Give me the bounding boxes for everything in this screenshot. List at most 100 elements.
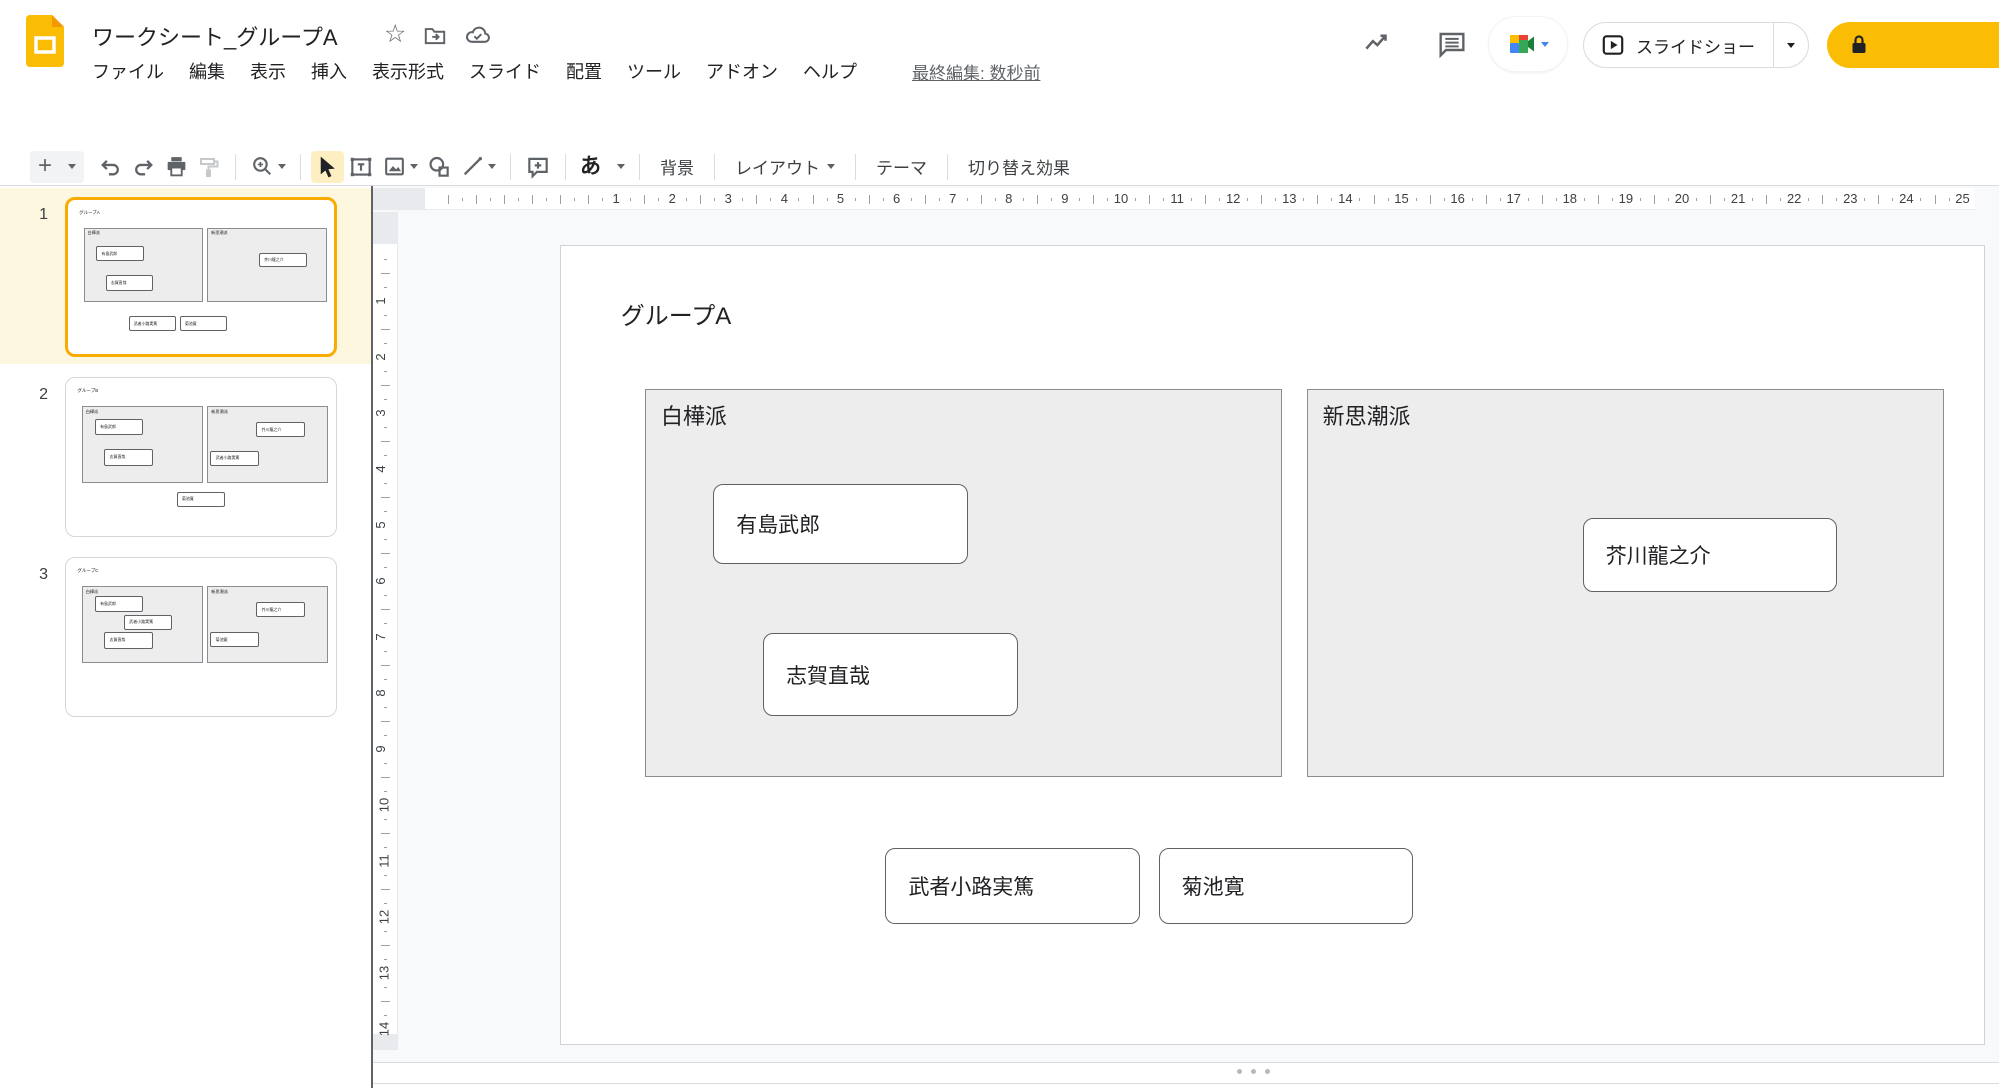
text-box-button[interactable] xyxy=(344,151,378,183)
group-box-0[interactable]: 白樺派 xyxy=(84,228,203,303)
name-box-0[interactable]: 有島武郎 xyxy=(96,246,144,261)
zoom-caret-icon xyxy=(278,164,286,169)
insert-shape-button[interactable] xyxy=(422,151,456,183)
group-box-0[interactable]: 白樺派 xyxy=(645,389,1283,777)
hruler-number: 12 xyxy=(1226,191,1240,206)
furigana-button[interactable]: あ xyxy=(576,151,629,183)
name-box-2[interactable]: 志賀直哉 xyxy=(104,632,152,648)
hruler-number: 6 xyxy=(893,191,900,206)
menu-item-2[interactable]: 表示 xyxy=(250,58,286,84)
undo-button[interactable] xyxy=(94,151,127,183)
horizontal-ruler[interactable]: 1234567891011121314151617181920212223242… xyxy=(373,188,1975,210)
name-box-1[interactable]: 志賀直哉 xyxy=(763,633,1018,716)
slideshow-options-caret[interactable] xyxy=(1774,23,1808,67)
notes-handle-icon[interactable] xyxy=(1237,1069,1270,1074)
name-box-4[interactable]: 菊池寛 xyxy=(177,492,225,507)
menu-item-5[interactable]: スライド xyxy=(469,58,541,84)
menu-item-7[interactable]: ツール xyxy=(627,58,681,84)
slide-page[interactable]: グループA 白樺派 新思潮派有島武郎志賀直哉 芥川龍之介武者小路実篤菊池寛 xyxy=(560,245,1985,1045)
name-box-1[interactable]: 武者小路実篤 xyxy=(124,615,172,630)
group-label: 新思潮派 xyxy=(1323,400,1411,431)
cloud-saved-icon[interactable] xyxy=(464,21,491,48)
insert-image-button[interactable] xyxy=(378,151,422,183)
vruler-number: 6 xyxy=(373,577,388,584)
name-box-4[interactable]: 菊池寛 xyxy=(1159,848,1414,925)
insert-comment-button[interactable] xyxy=(521,151,555,183)
slides-logo[interactable] xyxy=(26,15,64,67)
hruler-number: 9 xyxy=(1061,191,1068,206)
name-box-0[interactable]: 有島武郎 xyxy=(713,484,968,564)
theme-button[interactable]: テーマ xyxy=(866,154,937,179)
move-folder-icon[interactable] xyxy=(422,22,448,48)
present-icon xyxy=(1600,32,1626,58)
name-box-3[interactable]: 武者小路実篤 xyxy=(210,451,258,466)
name-box-4[interactable]: 菊池寛 xyxy=(210,632,258,647)
slide-title-text[interactable]: グループC xyxy=(77,568,98,574)
name-box-0[interactable]: 有島武郎 xyxy=(95,596,143,612)
share-button[interactable] xyxy=(1827,22,1999,68)
last-edit-status[interactable]: 最終編集: 数秒前 xyxy=(912,59,1040,84)
name-box-3[interactable]: 芥川龍之介 xyxy=(256,602,304,617)
group-box-1[interactable]: 新思潮派 xyxy=(207,586,328,663)
slide-title-text[interactable]: グループA xyxy=(79,210,100,216)
menu-item-9[interactable]: ヘルプ xyxy=(803,58,857,84)
slide-title-text[interactable]: グループB xyxy=(77,388,98,394)
hruler-number: 21 xyxy=(1731,191,1745,206)
name-box-2[interactable]: 芥川龍之介 xyxy=(256,422,304,437)
slideshow-button[interactable]: スライドショー xyxy=(1583,22,1809,68)
group-label: 新思潮派 xyxy=(211,589,228,595)
name-box-0[interactable]: 有島武郎 xyxy=(95,419,143,435)
zoom-button[interactable] xyxy=(246,151,290,183)
filmstrip-panel: 1グループA白樺派新思潮派有島武郎志賀直哉芥川龍之介武者小路実篤菊池寛2グループ… xyxy=(0,186,371,1088)
meet-button[interactable] xyxy=(1488,16,1568,72)
name-box-2[interactable]: 芥川龍之介 xyxy=(1583,518,1838,592)
redo-button[interactable] xyxy=(127,151,160,183)
menu-item-3[interactable]: 挿入 xyxy=(311,58,347,84)
select-tool-button[interactable] xyxy=(311,151,344,183)
hruler-number: 25 xyxy=(1955,191,1969,206)
name-box-3[interactable]: 武者小路実篤 xyxy=(129,316,177,331)
group-box-1[interactable]: 新思潮派 xyxy=(207,406,328,483)
name-box-4[interactable]: 菊池寛 xyxy=(180,316,228,331)
slide-surface: グループA 白樺派 新思潮派有島武郎志賀直哉 芥川龍之介武者小路実篤菊池寛 xyxy=(561,246,1984,1044)
comments-icon[interactable] xyxy=(1436,28,1468,60)
meet-caret-icon xyxy=(1541,42,1549,47)
new-slide-button[interactable]: + xyxy=(30,151,84,183)
activity-icon[interactable] xyxy=(1362,28,1392,58)
background-button[interactable]: 背景 xyxy=(650,154,704,179)
name-box-2[interactable]: 芥川龍之介 xyxy=(259,253,307,267)
slide-thumbnail-2[interactable]: グループB 白樺派新思潮派 有島武郎志賀直哉 芥川龍之介武者小路実篤菊池寛 xyxy=(65,377,337,537)
slideshow-label: スライドショー xyxy=(1636,33,1755,58)
slide-surface: グループB 白樺派新思潮派 有島武郎志賀直哉 芥川龍之介武者小路実篤菊池寛 xyxy=(66,378,336,536)
slide-title-text[interactable]: グループA xyxy=(621,296,731,331)
slide-thumbnail-3[interactable]: グループC白樺派新思潮派有島武郎武者小路実篤志賀直哉芥川龍之介菊池寛 xyxy=(65,557,337,717)
name-box-1[interactable]: 志賀直哉 xyxy=(106,275,154,291)
document-title[interactable]: ワークシート_グループA xyxy=(92,20,338,52)
name-box-1[interactable]: 志賀直哉 xyxy=(104,449,152,465)
toolbar: + xyxy=(0,148,1999,186)
menu-item-6[interactable]: 配置 xyxy=(566,58,602,84)
vruler-number: 13 xyxy=(377,966,392,980)
vruler-number: 14 xyxy=(377,1022,392,1036)
menu-item-0[interactable]: ファイル xyxy=(92,58,164,84)
hruler-number: 14 xyxy=(1338,191,1352,206)
menu-item-8[interactable]: アドオン xyxy=(706,58,778,84)
slide-number-1: 1 xyxy=(22,206,48,224)
vertical-ruler[interactable]: 1234567891011121314 xyxy=(373,212,398,1050)
paint-format-button[interactable] xyxy=(193,151,225,183)
star-icon[interactable]: ☆ xyxy=(384,22,406,47)
hruler-number: 19 xyxy=(1619,191,1633,206)
name-box-3[interactable]: 武者小路実篤 xyxy=(885,848,1140,925)
menu-item-1[interactable]: 編集 xyxy=(189,58,225,84)
insert-line-button[interactable] xyxy=(456,151,500,183)
vruler-number: 1 xyxy=(373,297,388,304)
hruler-number: 3 xyxy=(725,191,732,206)
slide-thumbnail-1[interactable]: グループA白樺派新思潮派有島武郎志賀直哉芥川龍之介武者小路実篤菊池寛 xyxy=(65,197,337,357)
menu-item-4[interactable]: 表示形式 xyxy=(372,58,444,84)
group-box-0[interactable]: 白樺派 xyxy=(82,406,203,483)
speaker-notes-bar xyxy=(373,1062,1999,1084)
layout-button[interactable]: レイアウト xyxy=(725,154,845,179)
hruler-number: 4 xyxy=(781,191,788,206)
print-button[interactable] xyxy=(160,151,193,183)
transition-button[interactable]: 切り替え効果 xyxy=(958,154,1080,179)
